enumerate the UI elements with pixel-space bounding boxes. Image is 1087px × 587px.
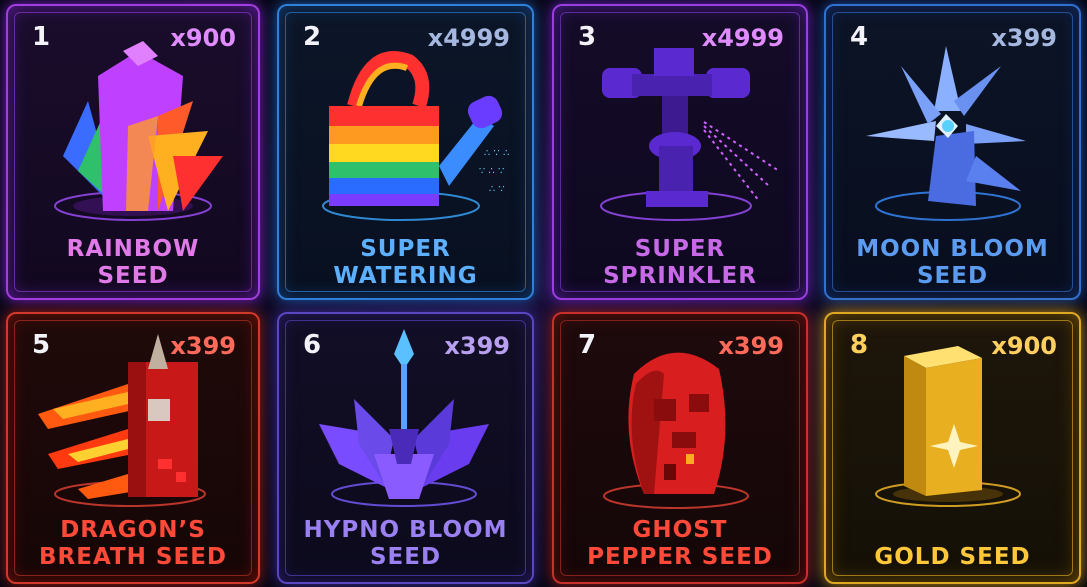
item-name-line2: BREATH SEED — [39, 544, 227, 570]
svg-text:∵ ∴ ∵: ∵ ∴ ∵ — [479, 166, 504, 177]
svg-text:∴ ∵ ∴: ∴ ∵ ∴ — [484, 148, 509, 159]
item-card-moon-bloom-seed[interactable]: 4 x399 MOON BLOOM SEED — [824, 4, 1081, 300]
sprinkler-icon — [600, 48, 780, 221]
item-name-line1: GHOST — [632, 517, 728, 543]
item-card-rainbow-seed[interactable]: 1 x900 RAINBOW SEED — [6, 4, 260, 300]
item-name-line2: PEPPER SEED — [587, 544, 773, 570]
item-card-ghost-pepper-seed[interactable]: 7 x399 GHOST PEPPER SEED — [552, 312, 808, 584]
svg-text:∴ ∵: ∴ ∵ — [489, 184, 505, 195]
item-card-super-watering[interactable]: 2 x4999 ∴ ∵ ∴ ∵ ∴ ∵ ∴ ∵ SUPER WATERING — [277, 4, 534, 300]
item-name-line1: DRAGON’S — [60, 517, 206, 543]
item-name-line2: GOLD SEED — [874, 544, 1031, 570]
item-name-line1: SUPER — [360, 236, 451, 262]
item-card-super-sprinkler[interactable]: 3 x4999 SUPER SPRINKLER — [552, 4, 808, 300]
item-card-hypno-bloom-seed[interactable]: 6 x399 HYPNO BLOOM SEED — [277, 312, 534, 584]
dragon-breath-icon — [38, 334, 206, 507]
hypno-bloom-crystal-icon — [319, 329, 489, 507]
item-name-line1: HYPNO BLOOM — [303, 517, 508, 543]
item-name-line2: SEED — [369, 544, 442, 570]
item-name-line2: SEED — [916, 263, 989, 289]
item-name-line2: WATERING — [333, 263, 478, 289]
ghost-pepper-icon — [603, 352, 749, 509]
item-name-line1: RAINBOW — [66, 236, 200, 262]
item-name-line1: MOON BLOOM — [856, 236, 1049, 262]
item-card-dragons-breath-seed[interactable]: 5 x399 DRAGON’S BREATH SEED — [6, 312, 260, 584]
item-card-gold-seed[interactable]: 8 x900 GOLD SEED — [824, 312, 1081, 584]
rainbow-crystal-icon — [54, 41, 223, 221]
item-name-line2: SPRINKLER — [603, 263, 757, 289]
gold-bar-icon — [875, 346, 1021, 507]
moon-bloom-flower-icon — [866, 46, 1026, 221]
item-name-line2: SEED — [97, 263, 169, 289]
item-name-line1: SUPER — [634, 236, 726, 262]
watering-can-icon: ∴ ∵ ∴ ∵ ∴ ∵ ∴ ∵ — [322, 51, 509, 221]
seed-shop-grid: 1 x900 RAINBOW SEED 2 x4999 ∴ ∵ ∴ ∵ ∴ ∵ … — [0, 0, 1087, 587]
